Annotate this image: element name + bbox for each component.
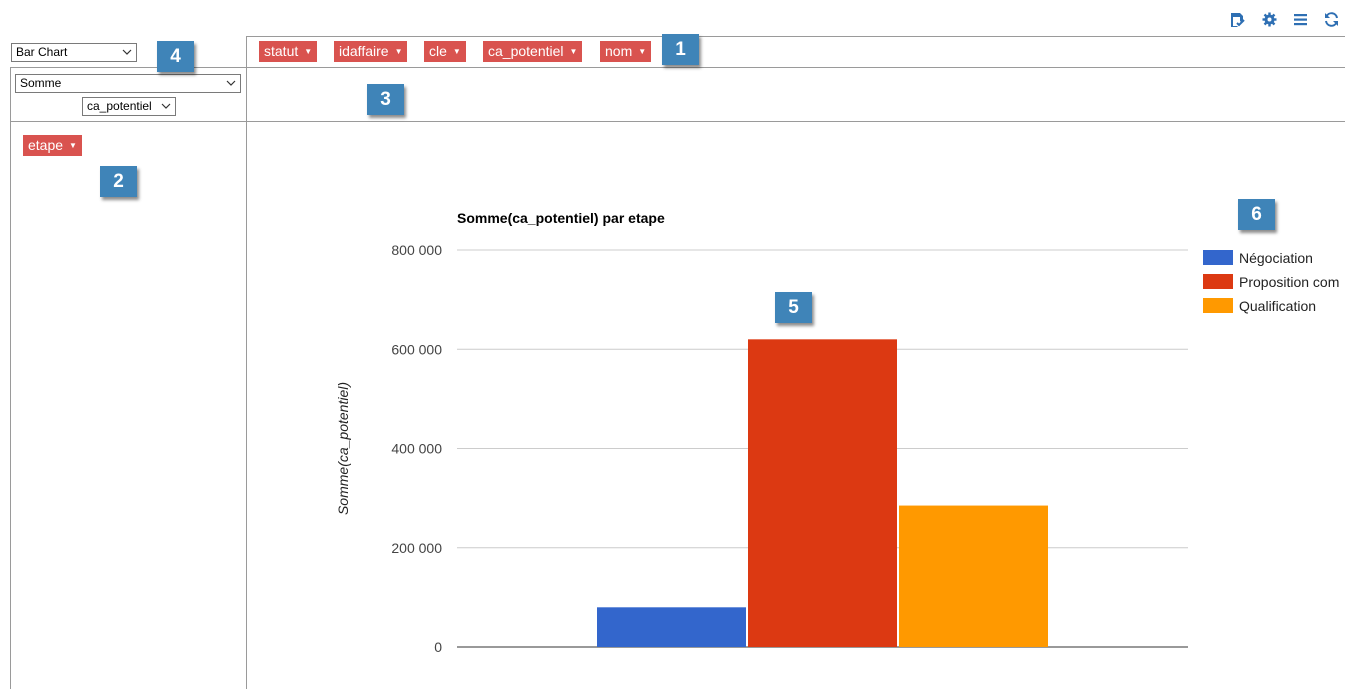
field-pill-nom[interactable]: nom ▼	[600, 41, 652, 62]
renderer-select[interactable]: Bar Chart	[11, 43, 137, 62]
caret-down-icon: ▼	[569, 47, 578, 56]
aggregator-field-select[interactable]: ca_potentiel	[82, 97, 176, 116]
y-tick-label: 400 000	[391, 441, 442, 457]
y-tick-label: 0	[434, 639, 442, 655]
aggregator-select-value: Somme	[20, 76, 62, 90]
y-tick-label: 600 000	[391, 341, 442, 357]
pill-label: idaffaire	[339, 43, 389, 59]
row-field-pill-etape[interactable]: etape ▼	[23, 135, 82, 156]
y-tick-label: 200 000	[391, 540, 442, 556]
field-pill-idaffaire[interactable]: idaffaire ▼	[334, 41, 408, 62]
y-tick-label: 800 000	[391, 242, 442, 258]
legend-label-3: Qualification	[1239, 298, 1316, 314]
row-divider-1	[10, 67, 1345, 68]
field-pill-ca-potentiel[interactable]: ca_potentiel ▼	[483, 41, 583, 62]
callout-1: 1	[662, 34, 699, 65]
callout-3: 3	[367, 84, 404, 115]
left-border	[10, 67, 11, 689]
pill-label: statut	[264, 43, 299, 59]
caret-down-icon: ▼	[304, 47, 313, 56]
pill-label: nom	[605, 43, 633, 59]
chevron-down-icon	[226, 78, 236, 88]
bar-2	[748, 339, 897, 647]
legend-label-2: Proposition com	[1239, 274, 1339, 290]
chart-title: Somme(ca_potentiel) par etape	[457, 210, 665, 226]
legend-swatch-1	[1203, 250, 1233, 265]
menu-icon[interactable]	[1292, 11, 1309, 28]
field-pill-statut[interactable]: statut ▼	[259, 41, 318, 62]
save-check-icon[interactable]	[1229, 11, 1246, 28]
chevron-down-icon	[122, 47, 132, 57]
y-axis-label: Somme(ca_potentiel)	[335, 382, 351, 515]
legend-swatch-2	[1203, 274, 1233, 289]
pivot-table-ui: Bar Chart Somme ca_potentiel statut ▼ ida…	[0, 0, 1363, 689]
row-divider-2	[10, 121, 1345, 122]
refresh-icon[interactable]	[1323, 11, 1340, 28]
pill-label: ca_potentiel	[488, 43, 564, 59]
field-pill-cle[interactable]: cle ▼	[424, 41, 466, 62]
chevron-down-icon	[161, 101, 171, 111]
legend-swatch-3	[1203, 298, 1233, 313]
callout-2: 2	[100, 166, 137, 197]
aggregator-select[interactable]: Somme	[15, 74, 241, 93]
pill-label: etape	[28, 137, 64, 153]
caret-down-icon: ▼	[69, 141, 77, 150]
pill-label: cle	[429, 43, 447, 59]
caret-down-icon: ▼	[638, 47, 647, 56]
legend-label-1: Négociation	[1239, 250, 1313, 266]
top-border	[246, 36, 1345, 37]
bar-3	[899, 505, 1048, 647]
bar-chart: Somme(ca_potentiel) par etape 0 200 000 400…	[335, 210, 1339, 655]
renderer-select-value: Bar Chart	[16, 45, 68, 59]
caret-down-icon: ▼	[452, 47, 461, 56]
aggregator-field-select-value: ca_potentiel	[87, 99, 152, 113]
bar-1	[597, 607, 746, 647]
callout-4: 4	[157, 41, 194, 72]
gear-icon[interactable]	[1261, 11, 1278, 28]
caret-down-icon: ▼	[394, 47, 403, 56]
